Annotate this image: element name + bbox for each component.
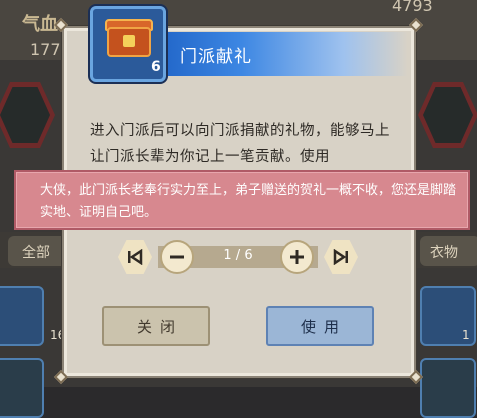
minus-icon[interactable] — [160, 240, 194, 274]
use-button[interactable]: 使用 — [266, 306, 374, 346]
item-count: 6 — [151, 59, 161, 75]
slot-count: 1 — [462, 328, 470, 342]
page-current: 1 — [223, 248, 232, 263]
item-description: 进入门派后可以向门派捐献的礼物，能够马上让门派长辈为你记上一笔贡献。使用 — [90, 123, 390, 165]
toast-message: 大侠，此门派长老奉行实力至上，弟子赠送的贺礼一概不收，您还是脚踏实地、证明自己吧… — [14, 170, 470, 230]
top-stat-value: 4793 — [392, 0, 433, 15]
page-total: 6 — [244, 248, 253, 263]
first-page-icon[interactable] — [118, 240, 152, 274]
quantity-pager: 1 / 6 — [118, 240, 358, 274]
close-button[interactable]: 关闭 — [102, 306, 210, 346]
page-indicator: 1 / 6 — [198, 248, 278, 263]
dialog-title: 门派献礼 — [180, 47, 252, 67]
chest-lock — [123, 35, 135, 47]
hp-value: 177 — [30, 40, 61, 59]
tab-all[interactable]: 全部 — [8, 236, 68, 266]
treasure-chest-icon: 6 — [90, 6, 166, 82]
inventory-slot[interactable] — [0, 358, 44, 418]
last-page-icon[interactable] — [324, 240, 358, 274]
page-separator: / — [235, 248, 241, 263]
inventory-slot[interactable] — [420, 358, 476, 418]
hp-label: 气血 — [22, 14, 58, 35]
tab-clothing[interactable]: 衣物 — [420, 236, 477, 266]
inventory-slot[interactable] — [0, 286, 44, 346]
plus-icon[interactable] — [280, 240, 314, 274]
